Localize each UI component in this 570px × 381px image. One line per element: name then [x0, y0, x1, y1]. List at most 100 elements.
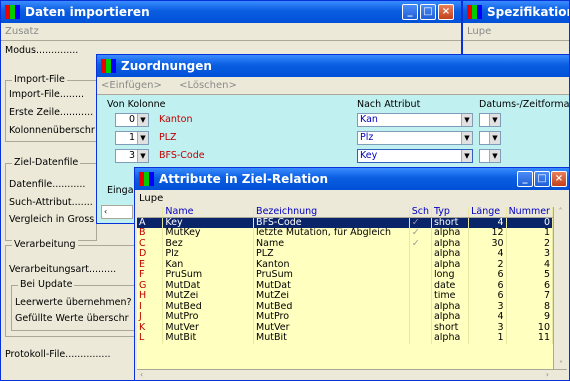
scroll-left-icon[interactable]: ‹ [140, 370, 143, 379]
table-row[interactable]: D Plz PLZ alpha 4 3 [137, 249, 553, 260]
attribute-grid[interactable]: Name Bezeichnung Sch Typ Länge Nummer AK… [137, 207, 553, 369]
table-row[interactable]: K MutVer MutVer short 3 10 [137, 322, 553, 333]
kolonne-stepper[interactable]: 1 ▼ [115, 131, 149, 145]
menu-einfuegen[interactable]: <Einfügen> [101, 80, 162, 91]
kolonne-stepper[interactable]: 3 ▼ [115, 149, 149, 163]
scroll-up-icon[interactable]: ˄ [554, 207, 567, 216]
dropdown-arrow-icon[interactable]: ▼ [461, 114, 472, 126]
table-row[interactable]: L MutBit MutBit alpha 1 11 [137, 333, 553, 344]
window-title: Daten importieren [25, 5, 150, 19]
dropdown-arrow-icon[interactable]: ▼ [489, 114, 500, 126]
attr-nummer: 4 [506, 259, 553, 270]
minimize-button[interactable]: _ [517, 171, 533, 187]
titlebar[interactable]: Daten importieren _ □ × [1, 1, 461, 23]
attr-laenge: 2 [468, 259, 507, 270]
label-verarbeitungsart: Verarbeitungsart......... [9, 264, 117, 275]
attribut-select[interactable]: Kan ▼ [357, 113, 473, 127]
group-bei-update: Bei Update [11, 279, 135, 331]
menu-zusatz[interactable]: Zusatz [5, 26, 39, 37]
dropdown-arrow-icon[interactable]: ▼ [489, 150, 500, 162]
label-import-file: Import-File........ [9, 89, 85, 100]
datumsformat-select[interactable]: ▼ [479, 149, 501, 163]
datumsformat-select[interactable]: ▼ [479, 113, 501, 127]
dropdown-arrow-icon[interactable]: ▼ [489, 132, 500, 144]
schluessel-check [409, 270, 432, 281]
row-letter: K [137, 322, 164, 333]
row-letter: I [137, 301, 164, 312]
dropdown-arrow-icon[interactable]: ▼ [137, 132, 148, 144]
table-row[interactable]: I MutBed MutBed alpha 3 8 [137, 301, 553, 312]
menubar: Lupe [463, 23, 569, 40]
column-header[interactable]: Sch [409, 207, 432, 218]
table-row[interactable]: A Key BFS-Code ✓ short 4 0 [137, 217, 553, 228]
menu-loeschen[interactable]: <Löschen> [179, 80, 237, 91]
table-row[interactable]: F PruSum PruSum long 6 5 [137, 270, 553, 281]
table-row[interactable]: H MutZei MutZei time 6 7 [137, 291, 553, 302]
column-header[interactable]: Nummer [506, 207, 553, 218]
dropdown-arrow-icon[interactable]: ▼ [137, 150, 148, 162]
titlebar[interactable]: Zuordnungen [97, 55, 569, 77]
label-kolonnenueberschrift: Kolonnenüberschr [9, 125, 95, 136]
column-header[interactable]: Länge [468, 207, 507, 218]
datumsformat-select[interactable]: ▼ [479, 131, 501, 145]
dropdown-arrow-icon[interactable]: ▼ [137, 114, 148, 126]
maximize-button[interactable]: □ [420, 4, 436, 20]
attr-bezeichnung: MutDat [253, 280, 410, 291]
table-row[interactable]: G MutDat MutDat date 6 6 [137, 280, 553, 291]
attr-typ: short [431, 217, 470, 228]
header-nach-attribut: Nach Attribut [357, 99, 421, 110]
attr-typ: time [431, 291, 470, 302]
dropdown-arrow-icon[interactable]: ▼ [461, 132, 472, 144]
table-row[interactable]: B MutKey letzte Mutation, für Abgleich ✓ alp… [137, 228, 553, 239]
attr-laenge: 4 [468, 312, 507, 323]
table-row[interactable]: E Kan Kanton alpha 2 4 [137, 259, 553, 270]
attr-laenge: 4 [468, 249, 507, 260]
attribut-select[interactable]: Plz ▼ [357, 131, 473, 145]
source-column-name: PLZ [159, 132, 177, 143]
close-button[interactable]: × [551, 171, 567, 187]
horizontal-scrollbar[interactable]: ‹ [101, 205, 133, 219]
attr-typ: alpha [431, 228, 470, 239]
attr-name: Plz [162, 249, 255, 260]
attr-bezeichnung: MutBed [253, 301, 410, 312]
attr-name: MutKey [162, 228, 255, 239]
menu-lupe[interactable]: Lupe [467, 26, 491, 37]
column-header[interactable]: Name [162, 207, 255, 218]
column-header[interactable]: Typ [431, 207, 470, 218]
kolonne-stepper[interactable]: 0 ▼ [115, 113, 149, 127]
attr-bezeichnung: MutPro [253, 312, 410, 323]
attr-laenge: 4 [468, 217, 507, 228]
scroll-down-icon[interactable]: ˅ [554, 360, 568, 369]
row-letter: F [137, 270, 164, 281]
attr-typ: alpha [431, 249, 470, 260]
attr-laenge: 3 [468, 301, 507, 312]
titlebar[interactable]: Attribute in Ziel-Relation _ □ × [135, 168, 569, 190]
source-column-name: BFS-Code [159, 150, 205, 161]
maximize-button[interactable]: □ [534, 171, 550, 187]
window-title: Spezifikationen [487, 5, 569, 19]
scroll-right-icon[interactable]: › [546, 370, 549, 379]
header-von-kolonne: Von Kolonne [107, 99, 166, 110]
vertical-scrollbar[interactable]: ˄ ˅ [553, 207, 567, 369]
titlebar[interactable]: Spezifikationen [463, 1, 569, 23]
attr-name: MutVer [162, 322, 255, 333]
horizontal-scrollbar[interactable]: ‹ › [137, 369, 567, 380]
attr-name: MutPro [162, 312, 255, 323]
app-icon [101, 59, 116, 73]
attribut-select[interactable]: Key ▼ [357, 149, 473, 163]
attr-laenge: 12 [468, 228, 507, 239]
label-modus: Modus.............. [5, 45, 79, 56]
table-row[interactable]: C Bez Name ✓ alpha 30 2 [137, 238, 553, 249]
menu-lupe[interactable]: Lupe [139, 193, 163, 204]
row-letter: J [137, 312, 164, 323]
app-icon [139, 172, 154, 186]
dropdown-arrow-icon[interactable]: ▼ [461, 150, 472, 162]
app-icon [467, 5, 482, 19]
attr-laenge: 6 [468, 291, 507, 302]
table-row[interactable]: J MutPro MutPro alpha 4 9 [137, 312, 553, 323]
close-button[interactable]: × [438, 4, 454, 20]
attr-bezeichnung: MutVer [253, 322, 410, 333]
column-header[interactable]: Bezeichnung [253, 207, 410, 218]
schluessel-check [409, 259, 432, 270]
minimize-button[interactable]: _ [402, 4, 418, 20]
